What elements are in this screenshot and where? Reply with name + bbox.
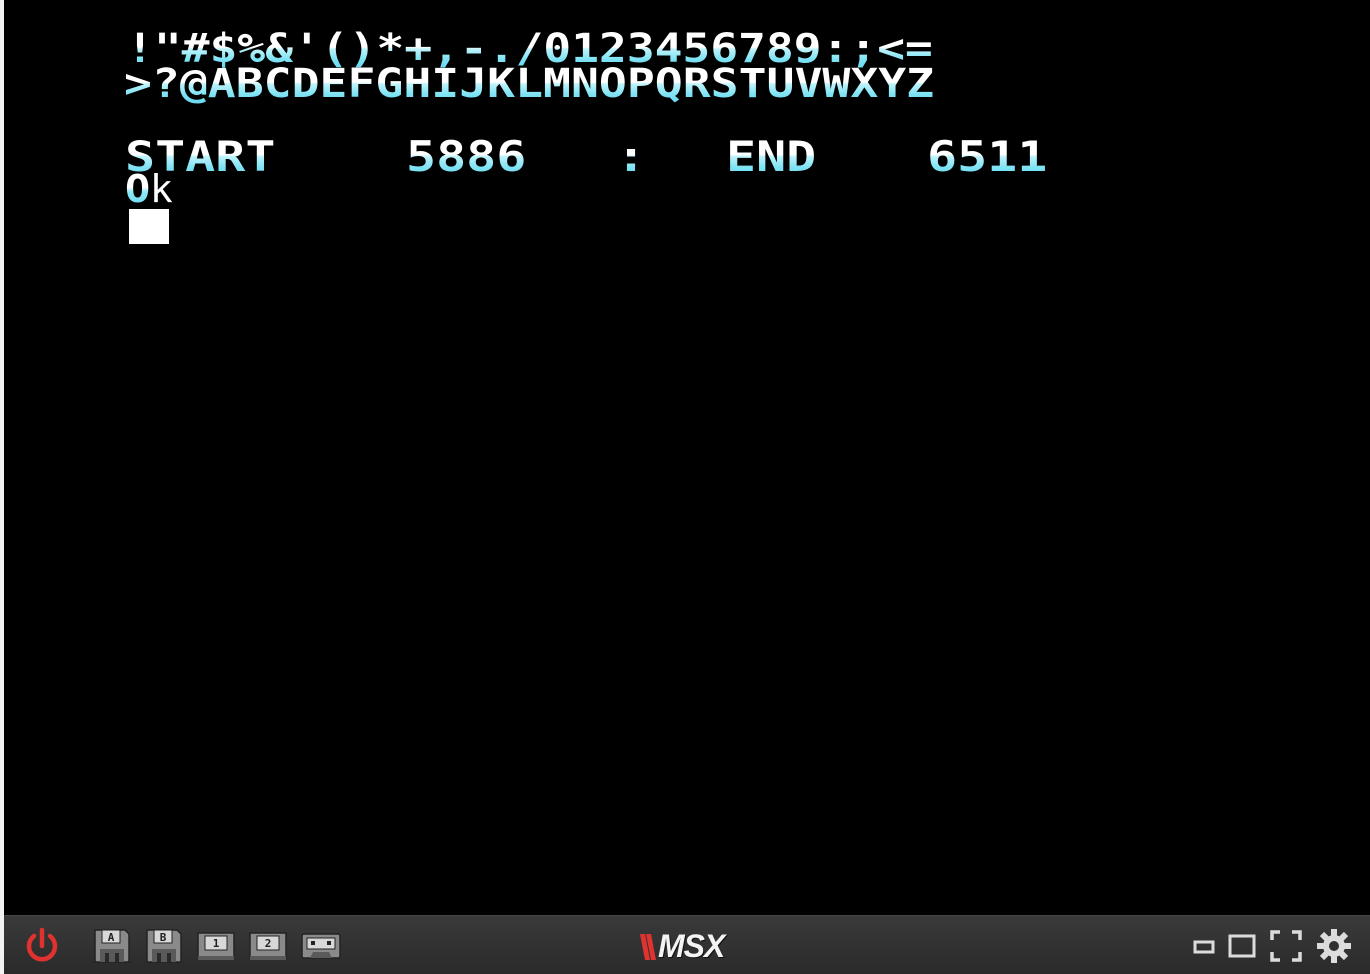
ok-prompt-first-letter: O (125, 167, 151, 211)
settings-button[interactable] (1314, 926, 1354, 966)
floppy-disk-icon: B (146, 929, 182, 963)
end-label: END (726, 132, 817, 181)
ok-prompt: Ok (125, 167, 173, 211)
cartridge-icon: 2 (249, 932, 287, 960)
cartridge-2-label: 2 (265, 937, 272, 950)
fullscreen-icon (1270, 930, 1302, 962)
large-screen-icon (1228, 934, 1256, 958)
cassette-tape-icon (301, 933, 341, 959)
power-button[interactable] (22, 927, 62, 965)
emulator-toolbar: A B 1 2 MSX (4, 915, 1370, 974)
start-value: 5886 (406, 132, 527, 181)
screen-small-button[interactable] (1190, 930, 1218, 962)
msx-screen[interactable]: !"#$%&'()*+,-./0123456789:;<= >?@ABCDEFG… (4, 0, 1370, 915)
tape-button[interactable] (300, 930, 342, 962)
text-cursor (129, 209, 169, 244)
screen-large-button[interactable] (1226, 928, 1258, 964)
power-icon (26, 927, 58, 962)
cartridge-2-button[interactable]: 2 (248, 930, 288, 962)
cartridge-icon: 1 (197, 932, 235, 960)
cartridge-1-button[interactable]: 1 (196, 930, 236, 962)
drive-b-button[interactable]: B (144, 928, 184, 964)
emulator-window: !"#$%&'()*+,-./0123456789:;<= >?@ABCDEFG… (0, 0, 1370, 974)
floppy-disk-icon: A (94, 929, 130, 963)
drive-a-label: A (108, 931, 115, 944)
end-value: 6511 (927, 132, 1048, 181)
drive-a-button[interactable]: A (92, 928, 132, 964)
fullscreen-button[interactable] (1268, 928, 1304, 964)
separator-colon: : (616, 132, 647, 181)
ok-prompt-rest: k (149, 167, 173, 211)
gear-icon (1317, 929, 1351, 963)
webmsx-logo: MSX (636, 926, 740, 966)
drive-b-label: B (160, 931, 167, 944)
cartridge-1-label: 1 (213, 937, 220, 950)
small-screen-icon (1193, 940, 1215, 954)
charset-line-2: >?@ABCDEFGHIJKLMNOPQRSTUVWXYZ (124, 61, 935, 107)
logo-text: MSX (658, 928, 725, 964)
